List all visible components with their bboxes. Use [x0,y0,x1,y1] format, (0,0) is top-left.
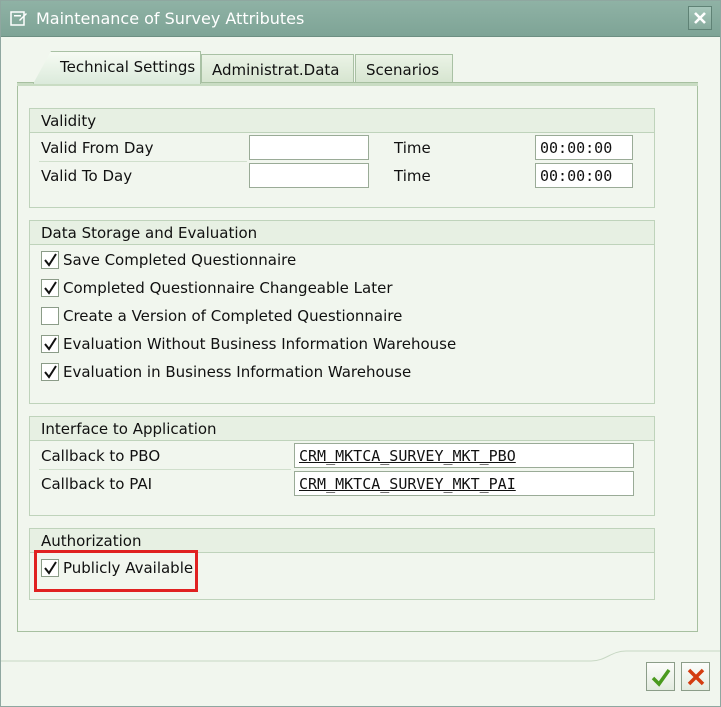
checkbox-save-completed[interactable]: Save Completed Questionnaire [41,249,296,271]
checkbox-create-version[interactable]: Create a Version of Completed Questionna… [41,305,402,327]
callback-pai-label: Callback to PAI [41,475,153,493]
checkbox-label: Evaluation in Business Information Wareh… [63,363,412,381]
valid-from-time-input[interactable]: 00:00:00 [535,135,633,160]
tab-technical-settings[interactable]: Technical Settings [33,51,201,84]
checkbox-box[interactable] [41,363,59,381]
checkmark-icon [44,365,57,379]
tab-label: Technical Settings [60,58,196,76]
checkbox-box[interactable] [41,307,59,325]
interface-group: Interface to Application Callback to PBO… [29,416,655,516]
cancel-button[interactable] [681,662,710,691]
row-divider [39,161,247,162]
title-bar: Maintenance of Survey Attributes [1,1,720,37]
highlight-box [34,550,198,592]
row-divider [39,469,291,470]
group-heading: Validity [30,109,654,133]
group-heading: Data Storage and Evaluation [30,221,654,245]
checkbox-label: Evaluation Without Business Information … [63,335,457,353]
valid-from-label: Valid From Day [41,139,154,157]
group-heading: Interface to Application [30,417,654,441]
checkbox-label: Create a Version of Completed Questionna… [63,307,403,325]
footer-decoration [1,650,720,662]
checkbox-box[interactable] [41,335,59,353]
checkmark-icon [44,281,57,295]
checkbox-eval-in-bw[interactable]: Evaluation in Business Information Wareh… [41,361,411,383]
valid-to-time-input[interactable]: 00:00:00 [535,163,633,188]
valid-to-input[interactable] [249,163,369,188]
checkmark-icon [651,668,671,687]
tab-scenarios[interactable]: Scenarios [355,54,453,84]
valid-to-label: Valid To Day [41,167,133,185]
valid-to-time-label: Time [394,167,431,185]
confirm-button[interactable] [646,662,675,691]
checkbox-label: Completed Questionnaire Changeable Later [63,279,393,297]
callback-pai-input[interactable]: CRM_MKTCA_SURVEY_MKT_PAI [294,471,634,496]
validity-group: Validity Valid From Day Time 00:00:00 Va… [29,108,655,208]
data-storage-group: Data Storage and Evaluation Save Complet… [29,220,655,404]
callback-pbo-label: Callback to PBO [41,447,161,465]
close-button[interactable] [688,6,712,30]
checkbox-label: Save Completed Questionnaire [63,251,297,269]
callback-pbo-input[interactable]: CRM_MKTCA_SURVEY_MKT_PBO [294,443,634,468]
tab-strip: Technical Settings Administrat.Data Scen… [17,51,698,85]
checkbox-box[interactable] [41,279,59,297]
edit-window-icon [10,10,28,27]
valid-from-input[interactable] [249,135,369,160]
tab-label: Scenarios [366,61,440,79]
checkbox-box[interactable] [41,251,59,269]
checkmark-icon [44,253,57,267]
cancel-x-icon [687,668,705,686]
checkmark-icon [44,337,57,351]
tab-administrat-data[interactable]: Administrat.Data [201,54,354,84]
dialog-window: Maintenance of Survey Attributes Technic… [0,0,721,707]
checkbox-changeable-later[interactable]: Completed Questionnaire Changeable Later [41,277,393,299]
tab-label: Administrat.Data [212,61,340,79]
window-title: Maintenance of Survey Attributes [36,9,305,28]
valid-from-time-label: Time [394,139,431,157]
close-icon [694,12,706,24]
checkbox-eval-without-bw[interactable]: Evaluation Without Business Information … [41,333,456,355]
